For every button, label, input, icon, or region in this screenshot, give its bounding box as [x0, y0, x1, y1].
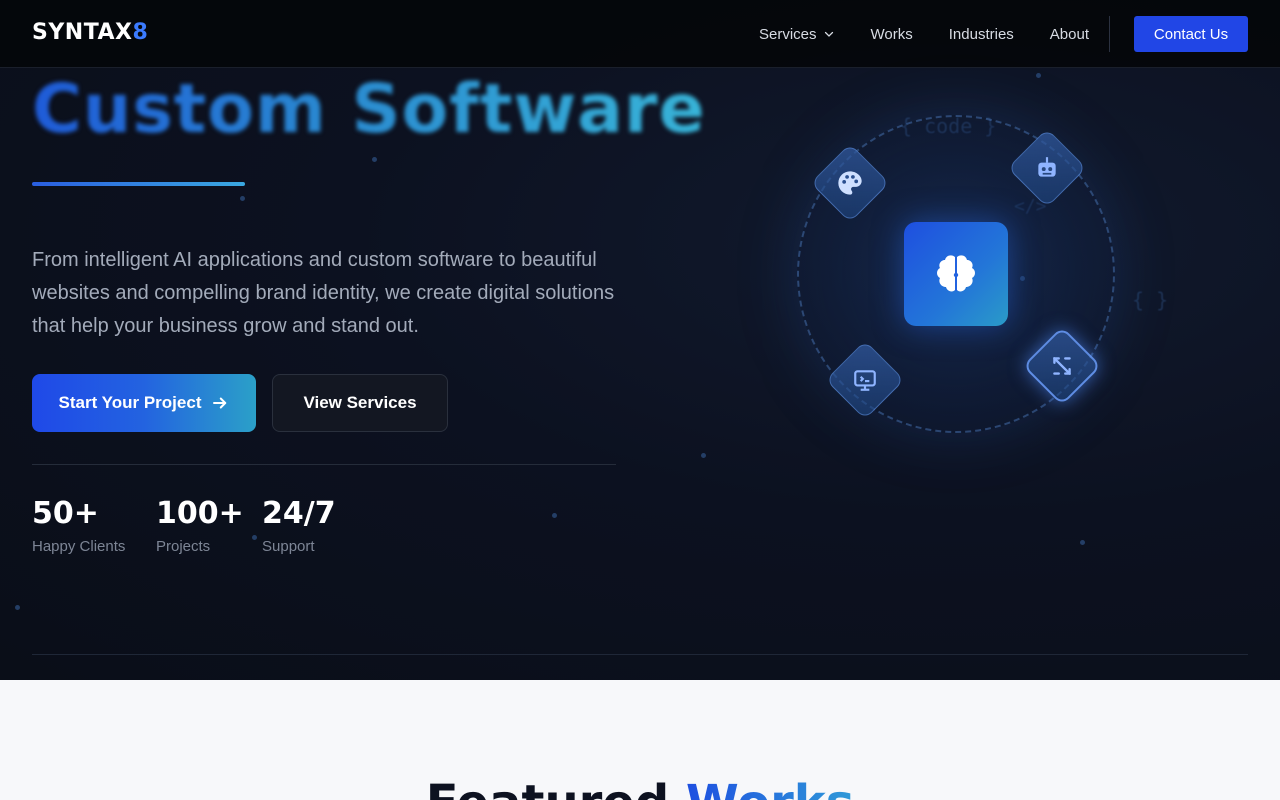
- stat-label: Projects: [156, 538, 211, 555]
- contact-us-button[interactable]: Contact Us: [1134, 16, 1248, 52]
- featured-title-highlight: Works: [686, 775, 854, 800]
- featured-works-section: Featured Works: [0, 680, 1280, 800]
- decor-dot: [552, 513, 557, 518]
- nav-item-label: Industries: [948, 25, 1014, 43]
- view-services-label: View Services: [303, 393, 417, 412]
- decor-dot: [701, 453, 706, 458]
- featured-works-title: Featured Works: [0, 775, 1280, 800]
- hero-description: From intelligent AI applications and cus…: [32, 249, 615, 337]
- design-monitor-icon: [854, 370, 876, 391]
- nav-item-services[interactable]: Services: [759, 26, 835, 43]
- nav-item-about[interactable]: About: [1050, 26, 1089, 43]
- palette-icon: [838, 171, 862, 195]
- nav-separator: [1109, 16, 1110, 52]
- nav-item-label: Works: [870, 25, 913, 43]
- featured-title-main: Featured: [426, 775, 670, 800]
- stat-value: 24/7: [262, 496, 336, 531]
- decor-dot: [240, 196, 245, 201]
- stat-label: Happy Clients: [32, 538, 126, 555]
- stat-happy-clients: 50+ Happy Clients: [32, 496, 125, 555]
- start-project-button[interactable]: Start Your Project: [32, 374, 256, 432]
- top-navbar: SYNTAX8 Services Works Industries About …: [0, 0, 1280, 68]
- arrow-right-icon: [213, 397, 227, 409]
- hero-title: Custom Software: [32, 70, 706, 149]
- nav-item-label: About: [1049, 25, 1089, 43]
- robot-icon: [1038, 157, 1056, 177]
- code-glyph: { }: [1132, 288, 1169, 312]
- view-services-button[interactable]: View Services: [272, 374, 448, 432]
- stat-support: 24/7 Support: [262, 496, 336, 555]
- brand-accent: 8: [132, 20, 149, 45]
- brand-name: SYNTAX: [32, 20, 133, 45]
- decor-dot: [15, 605, 20, 610]
- code-tool-icon: [1053, 357, 1071, 375]
- nav-links: Services Works Industries About: [723, 0, 1089, 68]
- hero-section: Custom Software From intelligent AI appl…: [0, 0, 1280, 680]
- brain-icon: [937, 255, 975, 292]
- hero-bottom-divider: [32, 654, 1248, 655]
- nav-item-industries[interactable]: Industries: [949, 26, 1014, 43]
- stat-value: 50+: [32, 496, 99, 531]
- stat-value: 100+: [156, 496, 244, 531]
- decor-dot: [1080, 540, 1085, 545]
- stats-divider: [32, 464, 616, 465]
- stat-label: Support: [262, 538, 315, 555]
- nav-item-label: Services: [758, 25, 817, 43]
- contact-us-label: Contact Us: [1153, 25, 1229, 43]
- decor-dot: [372, 157, 377, 162]
- ai-core-box: [904, 222, 1008, 326]
- start-project-label: Start Your Project: [58, 393, 202, 412]
- chevron-down-icon: [824, 31, 833, 37]
- brand-logo[interactable]: SYNTAX8: [32, 20, 148, 45]
- title-underline: [32, 182, 245, 186]
- decor-dot: [1036, 73, 1041, 78]
- stat-projects: 100+ Projects: [156, 496, 244, 555]
- decor-dot: [252, 535, 257, 540]
- nav-item-works[interactable]: Works: [871, 26, 913, 43]
